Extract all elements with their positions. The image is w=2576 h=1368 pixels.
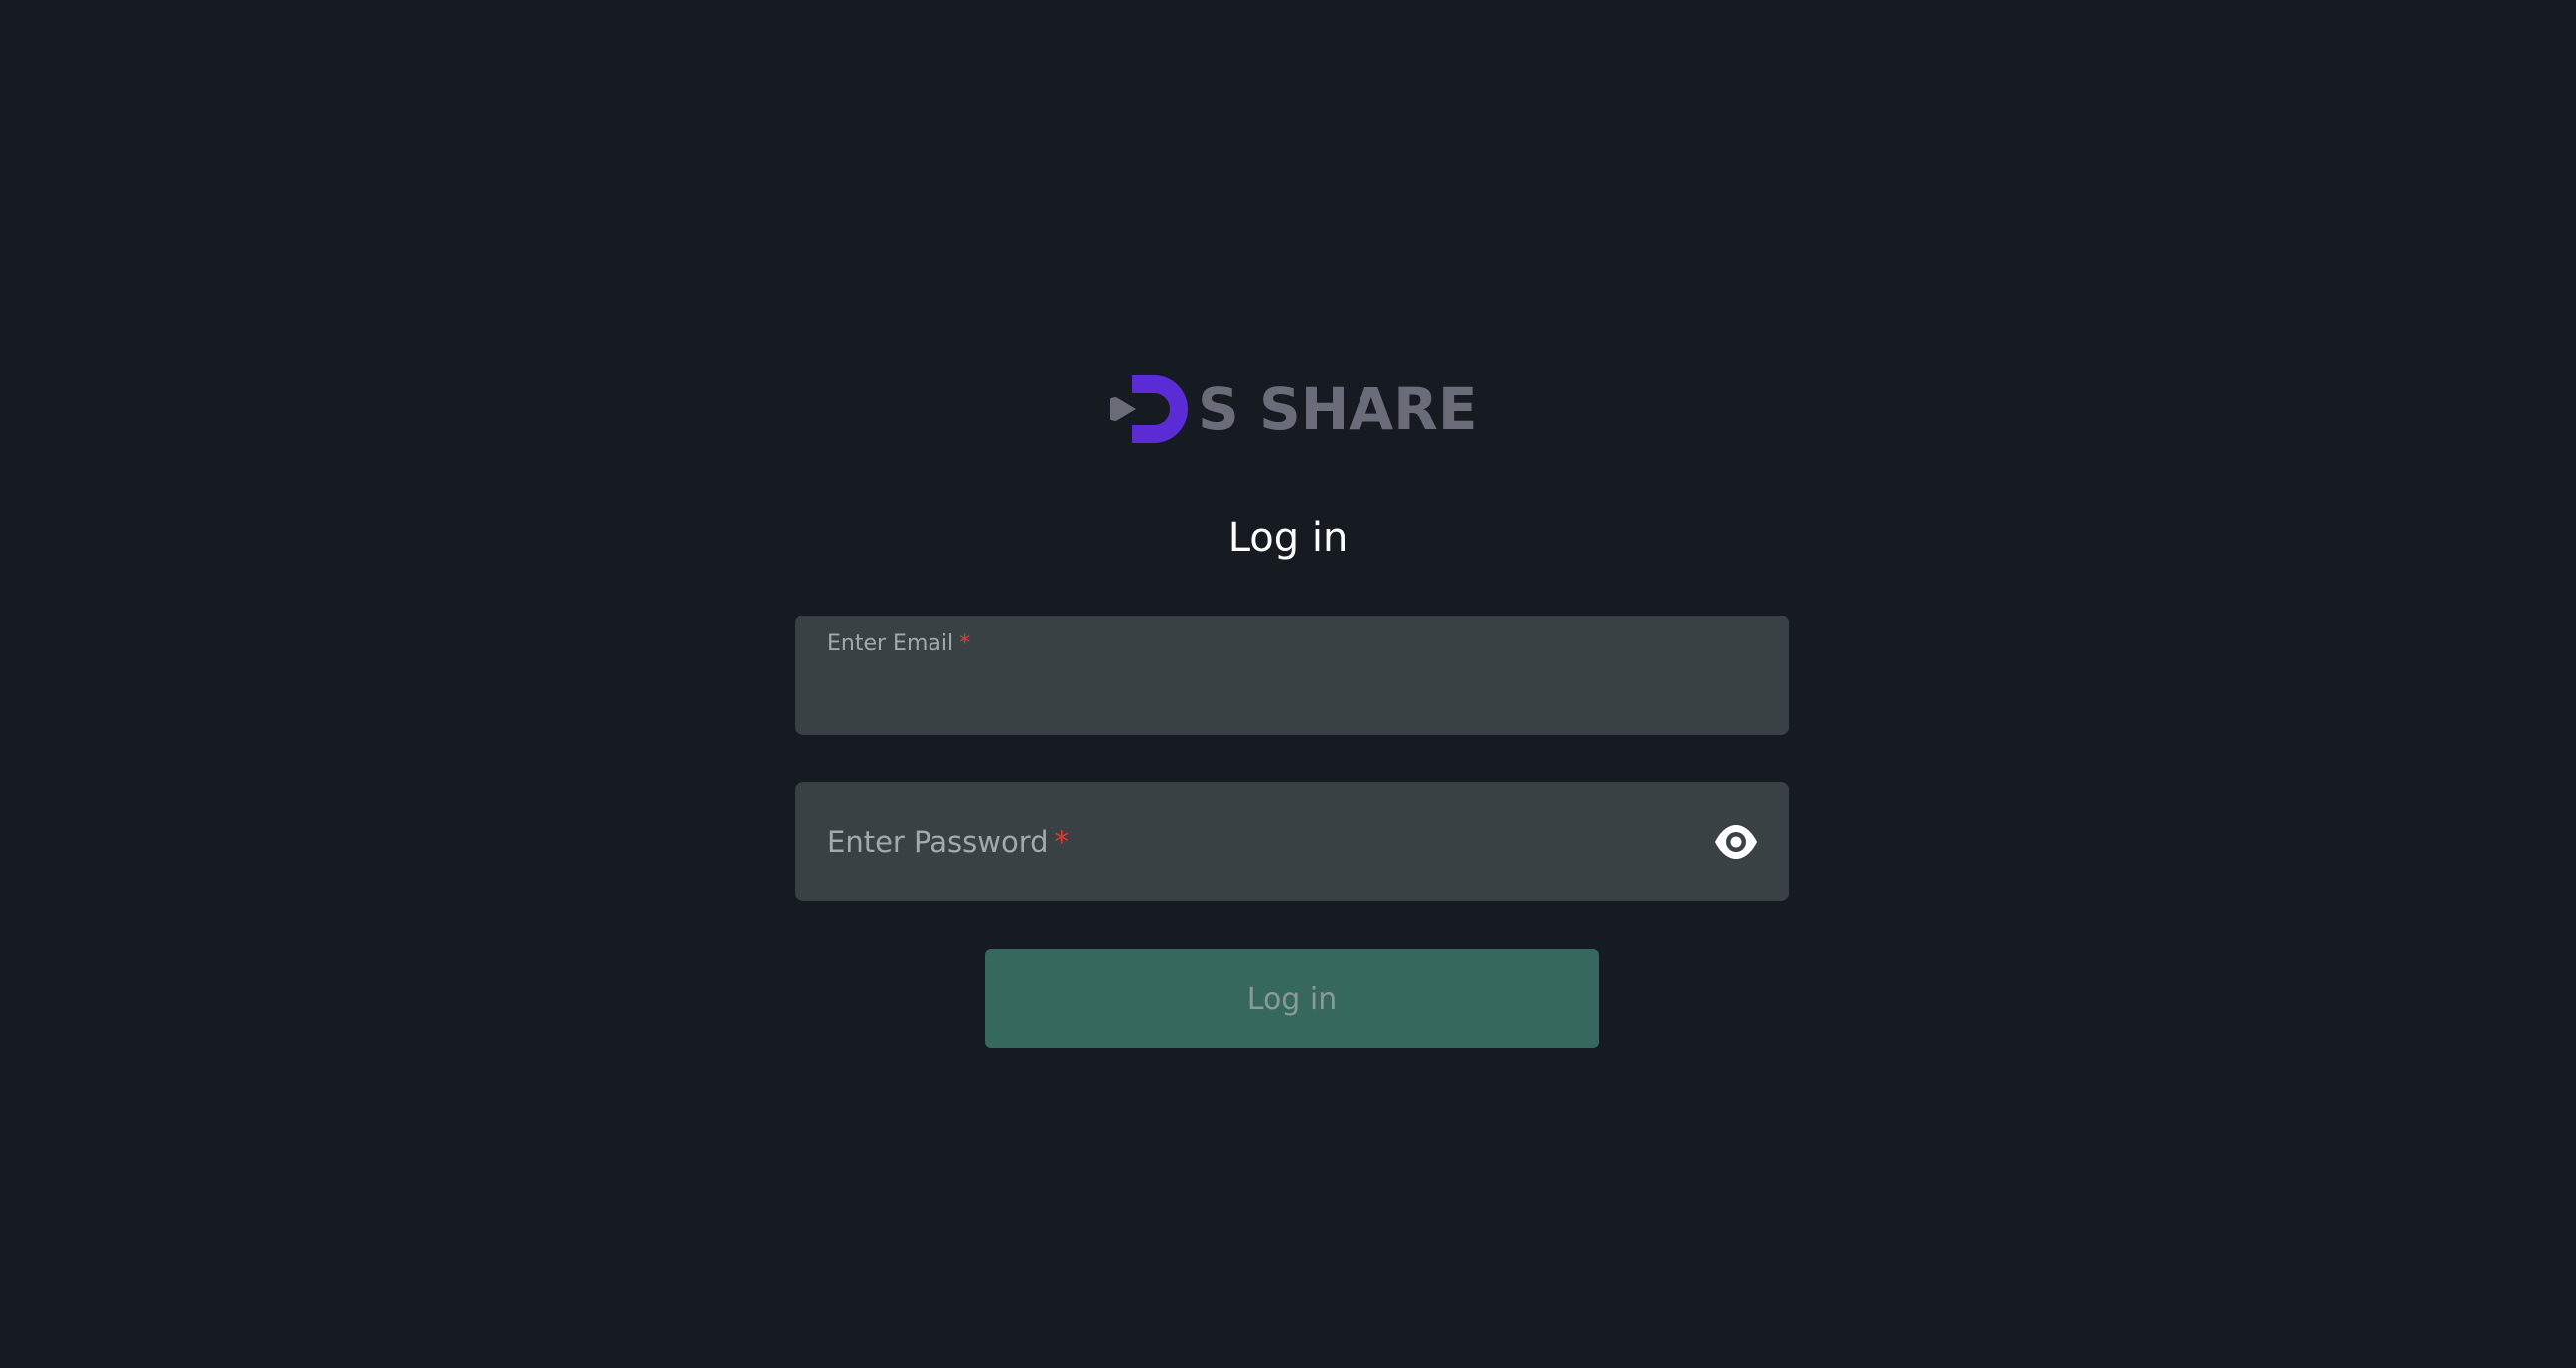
required-mark: * [959, 631, 971, 656]
email-label: Enter Email * [827, 631, 971, 656]
password-input[interactable] [825, 840, 1699, 888]
eye-icon[interactable] [1713, 820, 1759, 864]
login-page: S SHARE Log in Enter Email * Enter Passwo… [0, 0, 2576, 1368]
brand-name: S SHARE [1198, 375, 1478, 443]
brand-logo: S SHARE [1110, 369, 1477, 449]
email-field[interactable]: Enter Email * [795, 616, 1789, 735]
email-input[interactable] [825, 673, 1699, 721]
brand-logo-icon [1110, 375, 1188, 443]
page-title: Log in [1227, 515, 1349, 561]
login-button[interactable]: Log in [985, 949, 1599, 1048]
password-field[interactable]: Enter Password * [795, 782, 1789, 901]
